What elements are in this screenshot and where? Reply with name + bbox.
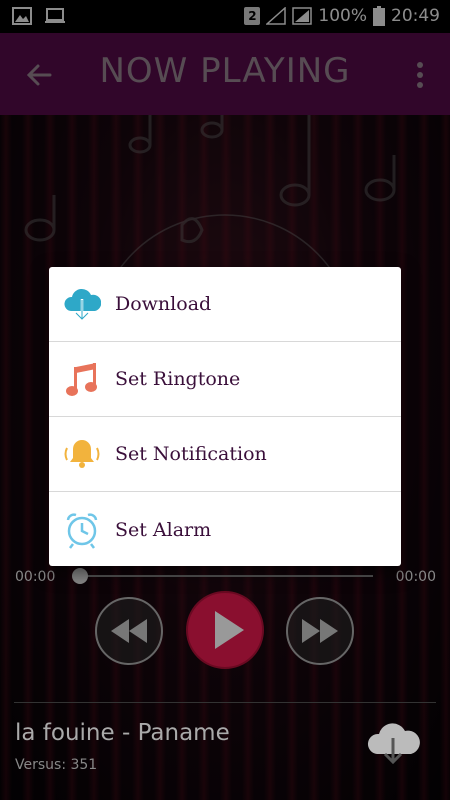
menu-item-label: Download xyxy=(115,293,212,315)
cloud-download-icon xyxy=(64,288,101,320)
music-note-icon xyxy=(66,363,97,396)
play-button[interactable] xyxy=(186,591,264,669)
fast-forward-button[interactable] xyxy=(286,597,354,665)
total-time: 00:00 xyxy=(395,569,436,585)
menu-item-label: Set Notification xyxy=(115,443,267,465)
elapsed-time: 00:00 xyxy=(15,569,56,585)
seek-thumb[interactable] xyxy=(72,568,88,584)
seek-bar[interactable] xyxy=(78,575,373,577)
alarm-clock-icon xyxy=(66,512,98,549)
menu-item-ringtone[interactable]: Set Ringtone xyxy=(49,342,401,417)
menu-item-label: Set Ringtone xyxy=(115,368,241,390)
rewind-icon xyxy=(111,619,147,643)
options-dialog: Download Set Ringtone Set Notification S… xyxy=(49,267,401,566)
cloud-download-icon[interactable] xyxy=(363,718,423,768)
track-subtitle: Versus: 351 xyxy=(15,757,98,773)
divider xyxy=(14,702,436,703)
fast-forward-icon xyxy=(302,619,338,643)
menu-item-label: Set Alarm xyxy=(115,518,212,541)
track-title: la fouine - Paname xyxy=(15,720,230,746)
menu-item-download[interactable]: Download xyxy=(49,267,401,342)
menu-item-notification[interactable]: Set Notification xyxy=(49,417,401,492)
play-icon xyxy=(215,611,244,649)
bell-icon xyxy=(64,440,100,468)
menu-item-alarm[interactable]: Set Alarm xyxy=(49,492,401,567)
rewind-button[interactable] xyxy=(95,597,163,665)
